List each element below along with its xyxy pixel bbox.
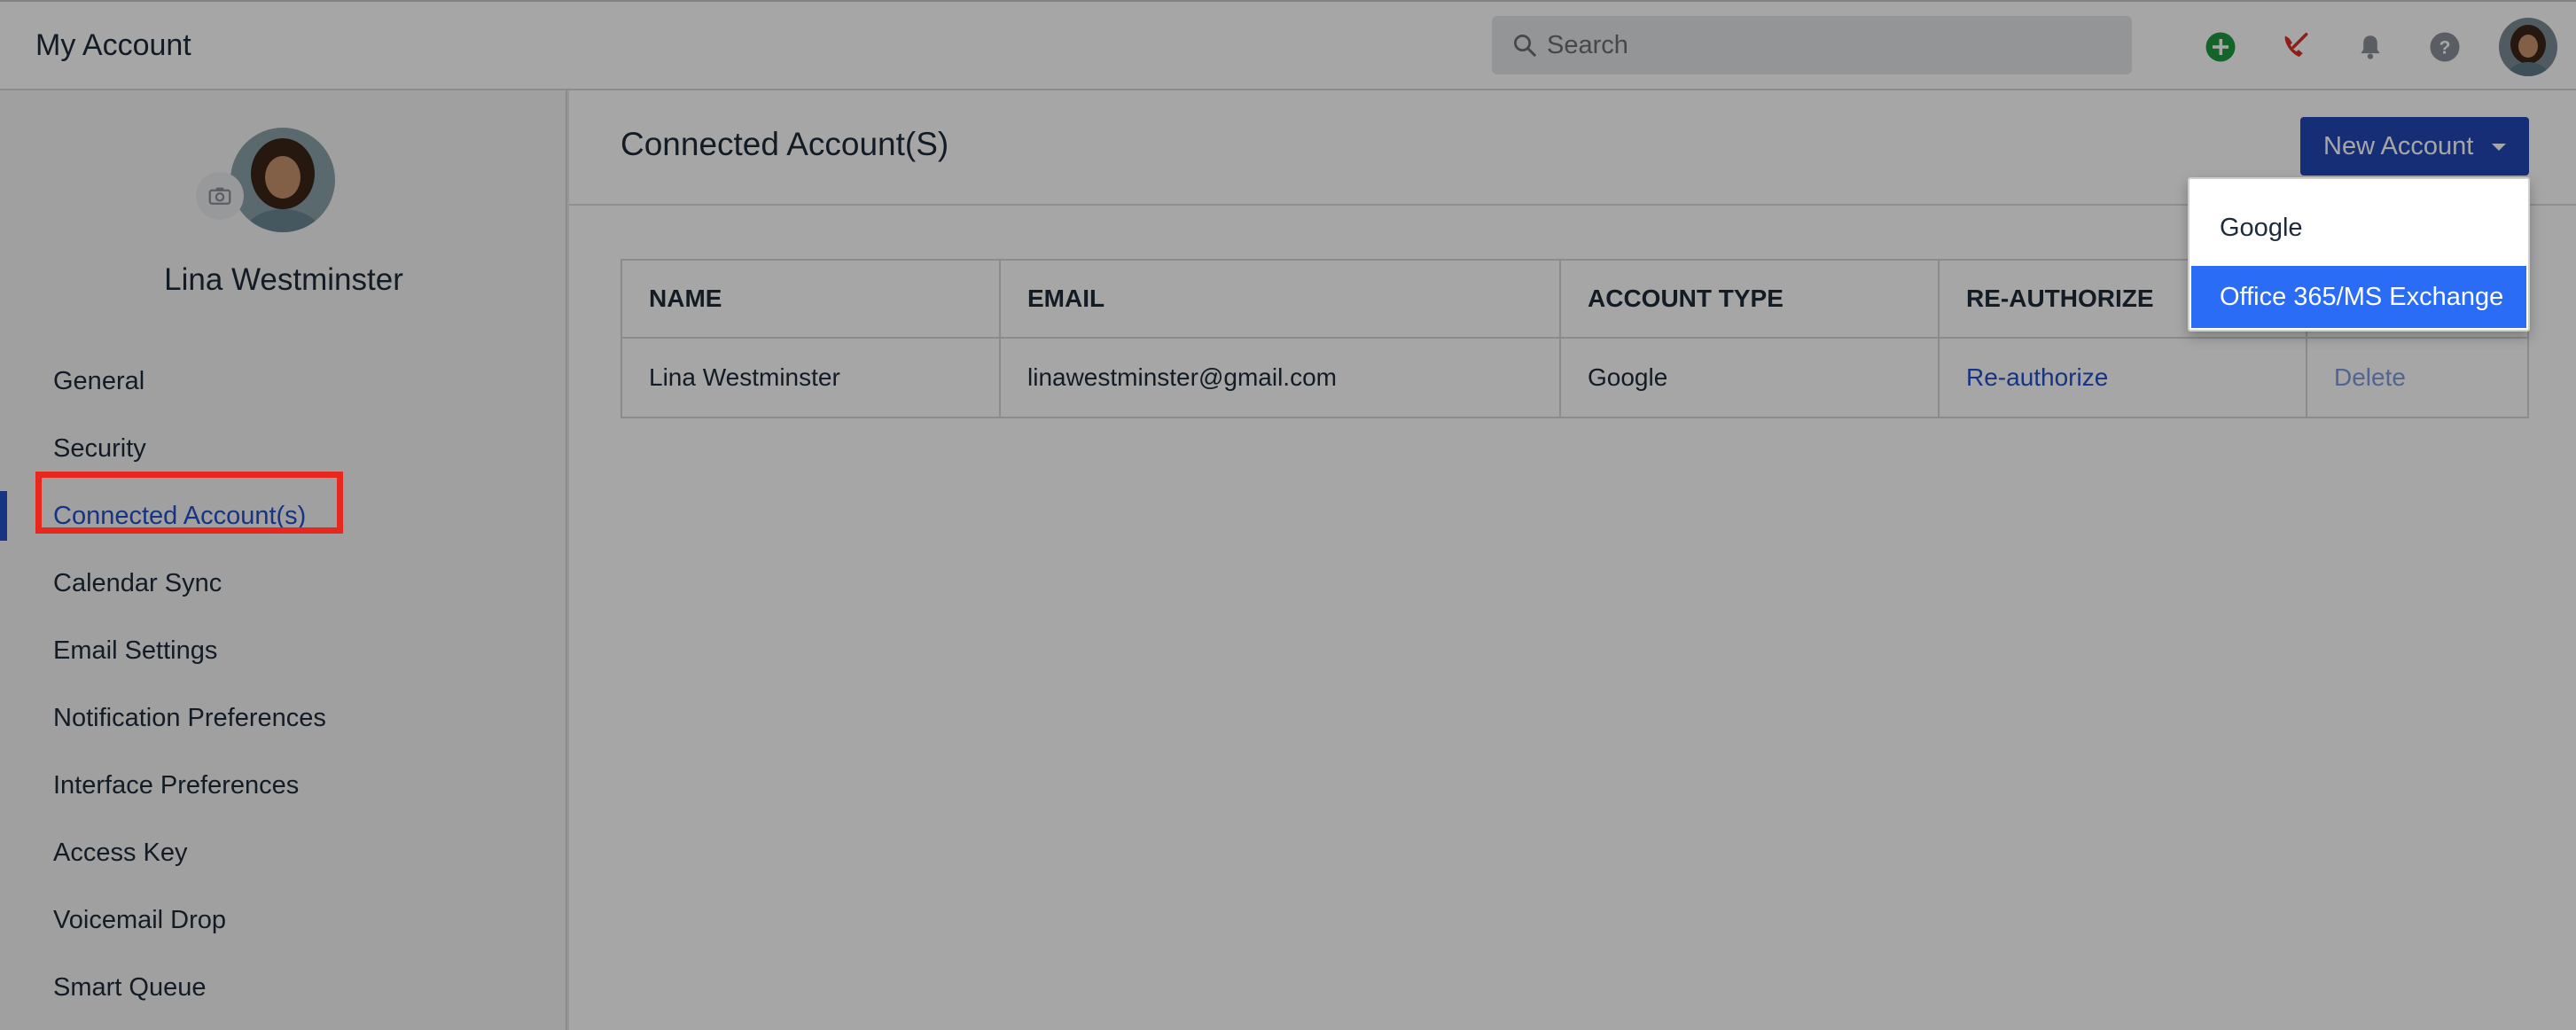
modal-overlay[interactable]: [0, 0, 2576, 1030]
highlight-annotation: [35, 472, 343, 534]
dropdown-option-office365[interactable]: Office 365/MS Exchange: [2191, 266, 2526, 328]
new-account-dropdown: Google Office 365/MS Exchange: [2188, 177, 2530, 332]
dropdown-option-google[interactable]: Google: [2191, 197, 2526, 259]
